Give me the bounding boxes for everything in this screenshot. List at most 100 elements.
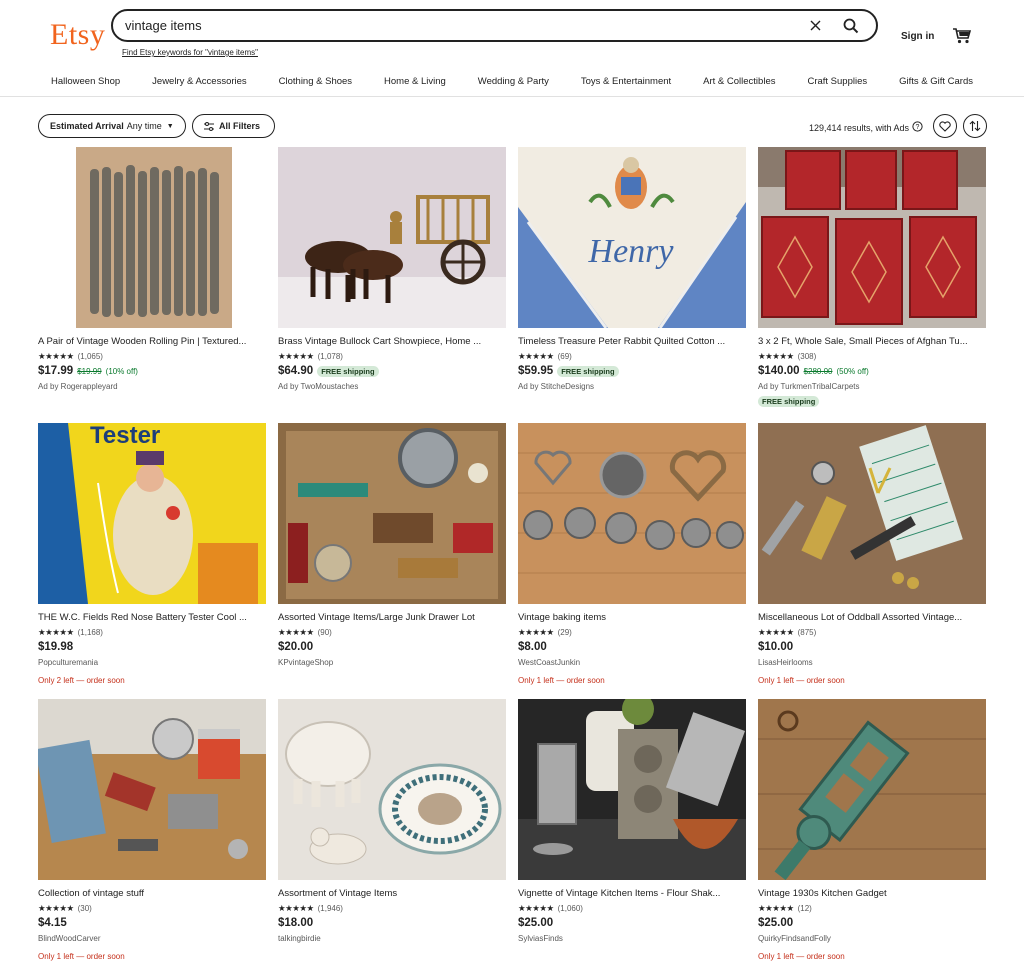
search-input[interactable] (125, 18, 802, 33)
listing-image-ceramics[interactable] (278, 699, 506, 880)
category-halloween[interactable]: Halloween Shop (51, 76, 120, 96)
listing-title[interactable]: Vintage baking items (518, 612, 746, 623)
header-divider (0, 96, 1024, 97)
find-keywords-link[interactable]: Find Etsy keywords for "vintage items" (122, 48, 258, 57)
review-count: (1,078) (317, 351, 343, 361)
listing-title[interactable]: 3 x 2 Ft, Whole Sale, Small Pieces of Af… (758, 336, 986, 347)
shop-name[interactable]: SylviasFinds (518, 934, 746, 943)
caret-down-icon: ▼ (166, 122, 174, 130)
star-rating-icon: ★★★★★ (38, 350, 74, 361)
filter-sliders-icon (204, 121, 214, 131)
listing-card[interactable]: A Pair of Vintage Wooden Rolling Pin | T… (38, 147, 266, 423)
listing-card[interactable]: Tester THE W.C. Fields Red Nose Battery … (38, 423, 266, 699)
listing-price: $64.90 (278, 365, 314, 377)
shop-name[interactable]: Popculturemania (38, 658, 266, 667)
listing-price: $19.98 (38, 641, 74, 653)
info-icon[interactable]: ? (912, 121, 923, 134)
listing-image-vintage-stuff[interactable] (38, 699, 266, 880)
arrival-value: Any time (126, 121, 162, 131)
shop-name[interactable]: Ad by TwoMoustaches (278, 382, 506, 391)
favorite-search-button[interactable] (933, 114, 957, 138)
shop-name[interactable]: BlindWoodCarver (38, 934, 266, 943)
category-jewelry[interactable]: Jewelry & Accessories (152, 76, 247, 96)
listing-title[interactable]: Vignette of Vintage Kitchen Items - Flou… (518, 888, 746, 899)
svg-text:?: ? (916, 124, 920, 131)
listing-card[interactable]: Assorted Vintage Items/Large Junk Drawer… (278, 423, 506, 699)
listing-title[interactable]: Timeless Treasure Peter Rabbit Quilted C… (518, 336, 746, 347)
results-count: 129,414 results, with Ads ? (809, 121, 923, 134)
listing-price-row: $19.98 (38, 640, 266, 654)
listing-grid: A Pair of Vintage Wooden Rolling Pin | T… (38, 147, 988, 971)
listing-title[interactable]: Assorted Vintage Items/Large Junk Drawer… (278, 612, 506, 623)
listing-card[interactable]: Henry Timeless Treasure Peter Rabbit Qui… (518, 147, 746, 423)
listing-title[interactable]: Collection of vintage stuff (38, 888, 266, 899)
listing-title[interactable]: Miscellaneous Lot of Oddball Assorted Vi… (758, 612, 986, 623)
listing-rating: ★★★★★ (30) (38, 903, 266, 913)
listing-image-junk-drawer[interactable] (278, 423, 506, 604)
listing-image-rolling-pins[interactable] (38, 147, 266, 328)
listing-title[interactable]: A Pair of Vintage Wooden Rolling Pin | T… (38, 336, 266, 347)
star-rating-icon: ★★★★★ (758, 902, 794, 913)
listing-card[interactable]: Vignette of Vintage Kitchen Items - Flou… (518, 699, 746, 971)
listing-title[interactable]: Brass Vintage Bullock Cart Showpiece, Ho… (278, 336, 506, 347)
listing-card[interactable]: Miscellaneous Lot of Oddball Assorted Vi… (758, 423, 986, 699)
listing-image-oddball-lot[interactable] (758, 423, 986, 604)
listing-price-row: $4.15 (38, 916, 266, 930)
listing-price: $4.15 (38, 917, 67, 929)
listing-card[interactable]: Vintage 1930s Kitchen Gadget ★★★★★ (12) … (758, 699, 986, 971)
listing-image-rugs[interactable] (758, 147, 986, 328)
shop-name[interactable]: QuirkyFindsandFolly (758, 934, 986, 943)
listing-image-baking-tins[interactable] (518, 423, 746, 604)
etsy-logo[interactable]: Etsy (50, 18, 105, 52)
listing-price-row: $18.00 (278, 916, 506, 930)
shop-name[interactable]: WestCoastJunkin (518, 658, 746, 667)
search-bar[interactable] (111, 9, 878, 42)
clear-search-icon[interactable] (802, 13, 828, 39)
estimated-arrival-dropdown[interactable]: Estimated Arrival Any time ▼ (38, 114, 186, 138)
category-gifts[interactable]: Gifts & Gift Cards (899, 76, 973, 96)
cart-icon[interactable] (952, 27, 972, 45)
listing-title[interactable]: Assortment of Vintage Items (278, 888, 506, 899)
star-rating-icon: ★★★★★ (758, 350, 794, 361)
category-clothing[interactable]: Clothing & Shoes (279, 76, 352, 96)
listing-price-row: $20.00 (278, 640, 506, 654)
shop-name[interactable]: LisasHeirlooms (758, 658, 986, 667)
shop-name[interactable]: Ad by StitcheDesigns (518, 382, 746, 391)
shop-name[interactable]: talkingbirdie (278, 934, 506, 943)
sort-button[interactable] (963, 114, 987, 138)
listing-price-row: $25.00 (758, 916, 986, 930)
review-count: (30) (77, 903, 92, 913)
listing-image-henry-quilt[interactable]: Henry (518, 147, 746, 328)
category-art[interactable]: Art & Collectibles (703, 76, 775, 96)
listing-card[interactable]: Brass Vintage Bullock Cart Showpiece, Ho… (278, 147, 506, 423)
review-count: (1,946) (317, 903, 343, 913)
free-shipping-badge: FREE shipping (758, 396, 820, 407)
listing-price-row: $59.95 FREE shipping (518, 364, 746, 378)
category-toys[interactable]: Toys & Entertainment (581, 76, 671, 96)
all-filters-button[interactable]: All Filters (192, 114, 276, 138)
shop-name[interactable]: KPvintageShop (278, 658, 506, 667)
listing-card[interactable]: Vintage baking items ★★★★★ (29) $8.00 We… (518, 423, 746, 699)
listing-price: $17.99 (38, 365, 74, 377)
category-home[interactable]: Home & Living (384, 76, 446, 96)
listing-title[interactable]: Vintage 1930s Kitchen Gadget (758, 888, 986, 899)
sign-in-link[interactable]: Sign in (901, 31, 934, 42)
search-icon[interactable] (836, 11, 866, 41)
listing-card[interactable]: Collection of vintage stuff ★★★★★ (30) $… (38, 699, 266, 971)
star-rating-icon: ★★★★★ (278, 350, 314, 361)
listing-title[interactable]: THE W.C. Fields Red Nose Battery Tester … (38, 612, 266, 623)
shop-name[interactable]: Ad by Rogerappleyard (38, 382, 266, 391)
review-count: (1,060) (557, 903, 583, 913)
shop-name[interactable]: Ad by TurkmenTribalCarpets (758, 382, 986, 391)
listing-image-kitchen-items[interactable] (518, 699, 746, 880)
category-craft[interactable]: Craft Supplies (807, 76, 867, 96)
listing-image-kitchen-gadget[interactable] (758, 699, 986, 880)
listing-card[interactable]: 3 x 2 Ft, Whole Sale, Small Pieces of Af… (758, 147, 986, 423)
listing-card[interactable]: Assortment of Vintage Items ★★★★★ (1,946… (278, 699, 506, 971)
listing-price: $59.95 (518, 365, 554, 377)
star-rating-icon: ★★★★★ (518, 902, 554, 913)
category-wedding[interactable]: Wedding & Party (478, 76, 549, 96)
listing-image-battery-tester[interactable]: Tester (38, 423, 266, 604)
listing-image-bullock-cart[interactable] (278, 147, 506, 328)
listing-price-row: $17.99 $19.99 (10% off) (38, 364, 266, 378)
